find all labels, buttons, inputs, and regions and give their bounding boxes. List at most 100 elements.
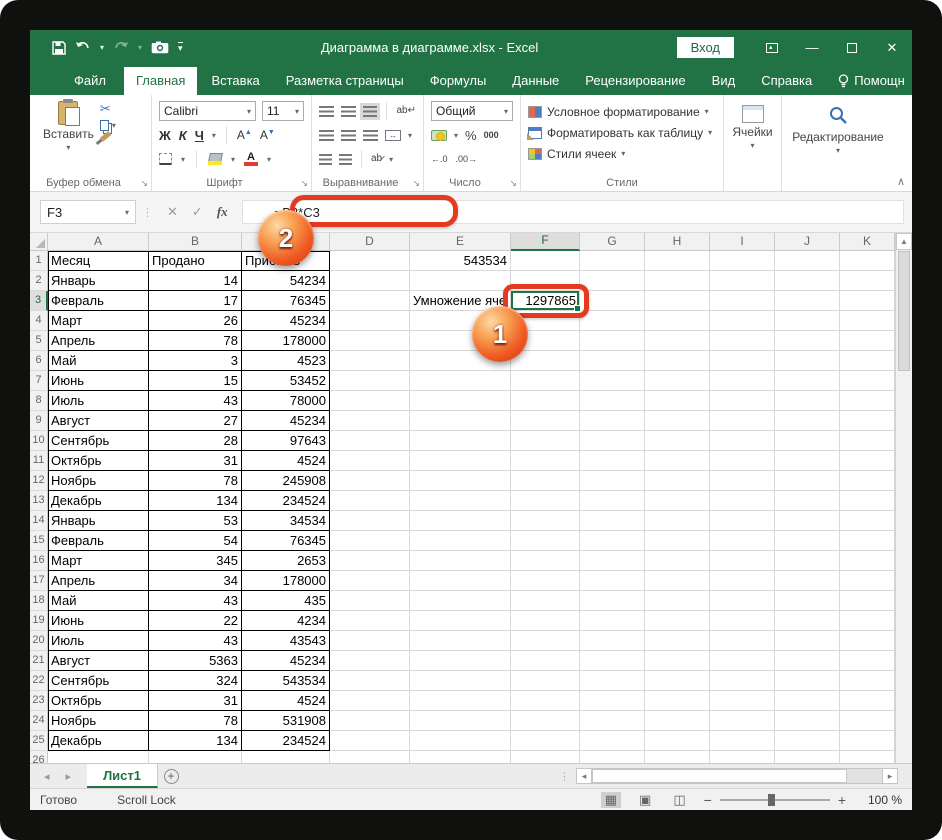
cell-I5[interactable] xyxy=(710,331,775,351)
cell-G22[interactable] xyxy=(580,671,645,691)
cell-J14[interactable] xyxy=(775,511,840,531)
cell-B21[interactable]: 5363 xyxy=(149,651,242,671)
cell-J5[interactable] xyxy=(775,331,840,351)
cell-H4[interactable] xyxy=(645,311,710,331)
tab-вид[interactable]: Вид xyxy=(700,67,748,95)
cell-D5[interactable] xyxy=(330,331,410,351)
alignment-dialog-launcher-icon[interactable]: ↘ xyxy=(412,178,420,189)
cell-E18[interactable] xyxy=(410,591,511,611)
row-header-21[interactable]: 21 xyxy=(30,651,48,671)
align-middle-icon[interactable] xyxy=(341,106,356,117)
cell-G20[interactable] xyxy=(580,631,645,651)
row-header-16[interactable]: 16 xyxy=(30,551,48,571)
cell-G15[interactable] xyxy=(580,531,645,551)
fill-color-icon[interactable] xyxy=(208,153,222,165)
cell-K4[interactable] xyxy=(840,311,895,331)
row-header-9[interactable]: 9 xyxy=(30,411,48,431)
editing-button[interactable]: Редактирование ▾ xyxy=(789,99,887,157)
align-top-icon[interactable] xyxy=(319,106,334,117)
name-box-dropdown-icon[interactable]: ▾ xyxy=(125,208,129,217)
cell-H6[interactable] xyxy=(645,351,710,371)
cell-A1[interactable]: Месяц xyxy=(48,251,149,271)
cell-J11[interactable] xyxy=(775,451,840,471)
undo-icon[interactable] xyxy=(75,41,91,54)
cell-C22[interactable]: 543534 xyxy=(242,671,330,691)
cell-E20[interactable] xyxy=(410,631,511,651)
cell-C2[interactable]: 54234 xyxy=(242,271,330,291)
cell-H18[interactable] xyxy=(645,591,710,611)
cell-C10[interactable]: 97643 xyxy=(242,431,330,451)
cell-E10[interactable] xyxy=(410,431,511,451)
cell-E19[interactable] xyxy=(410,611,511,631)
cell-G24[interactable] xyxy=(580,711,645,731)
cell-I18[interactable] xyxy=(710,591,775,611)
orientation-icon[interactable]: ab̷ xyxy=(371,154,382,164)
paste-button[interactable]: Вставить ▾ xyxy=(37,99,100,154)
wrap-text-icon[interactable]: ab↵ xyxy=(396,106,416,116)
cell-J9[interactable] xyxy=(775,411,840,431)
cell-A24[interactable]: Ноябрь xyxy=(48,711,149,731)
increase-decimal-icon[interactable]: ←.0 xyxy=(431,154,448,164)
cell-D18[interactable] xyxy=(330,591,410,611)
cell-K12[interactable] xyxy=(840,471,895,491)
cell-J22[interactable] xyxy=(775,671,840,691)
cell-A3[interactable]: Февраль xyxy=(48,291,149,311)
col-header-J[interactable]: J xyxy=(775,233,840,251)
row-header-19[interactable]: 19 xyxy=(30,611,48,631)
cell-E14[interactable] xyxy=(410,511,511,531)
cell-C25[interactable]: 234524 xyxy=(242,731,330,751)
cell-A10[interactable]: Сентябрь xyxy=(48,431,149,451)
cell-D15[interactable] xyxy=(330,531,410,551)
cell-G14[interactable] xyxy=(580,511,645,531)
page-layout-view-icon[interactable]: ▣ xyxy=(635,792,655,808)
underline-button[interactable]: Ч xyxy=(195,128,204,143)
cell-G13[interactable] xyxy=(580,491,645,511)
cell-H1[interactable] xyxy=(645,251,710,271)
cell-I22[interactable] xyxy=(710,671,775,691)
col-header-G[interactable]: G xyxy=(580,233,645,251)
cell-G16[interactable] xyxy=(580,551,645,571)
scroll-right-icon[interactable]: ▸ xyxy=(882,768,898,784)
cell-I16[interactable] xyxy=(710,551,775,571)
cell-D14[interactable] xyxy=(330,511,410,531)
cell-F25[interactable] xyxy=(511,731,580,751)
italic-button[interactable]: К xyxy=(179,128,187,143)
cell-F13[interactable] xyxy=(511,491,580,511)
cell-K16[interactable] xyxy=(840,551,895,571)
row-header-26[interactable]: 26 xyxy=(30,751,48,763)
cell-I21[interactable] xyxy=(710,651,775,671)
cell-K8[interactable] xyxy=(840,391,895,411)
cell-J17[interactable] xyxy=(775,571,840,591)
cell-J6[interactable] xyxy=(775,351,840,371)
vertical-scrollbar[interactable]: ▲ xyxy=(895,233,912,763)
cell-K2[interactable] xyxy=(840,271,895,291)
cell-C14[interactable]: 34534 xyxy=(242,511,330,531)
cell-K20[interactable] xyxy=(840,631,895,651)
cell-C20[interactable]: 43543 xyxy=(242,631,330,651)
prev-sheet-icon[interactable]: ◂ xyxy=(44,770,50,783)
cell-K5[interactable] xyxy=(840,331,895,351)
cell-E9[interactable] xyxy=(410,411,511,431)
cell-C7[interactable]: 53452 xyxy=(242,371,330,391)
cell-A6[interactable]: Май xyxy=(48,351,149,371)
cell-D20[interactable] xyxy=(330,631,410,651)
cell-B17[interactable]: 34 xyxy=(149,571,242,591)
cell-B11[interactable]: 31 xyxy=(149,451,242,471)
cell-E15[interactable] xyxy=(410,531,511,551)
cell-E21[interactable] xyxy=(410,651,511,671)
cell-J3[interactable] xyxy=(775,291,840,311)
cell-J26[interactable] xyxy=(775,751,840,763)
cell-J8[interactable] xyxy=(775,391,840,411)
ribbon-display-options-icon[interactable] xyxy=(752,30,792,65)
tab-рецензирование[interactable]: Рецензирование xyxy=(573,67,697,95)
cell-D19[interactable] xyxy=(330,611,410,631)
cell-I11[interactable] xyxy=(710,451,775,471)
cell-K10[interactable] xyxy=(840,431,895,451)
cell-A11[interactable]: Октябрь xyxy=(48,451,149,471)
cell-H10[interactable] xyxy=(645,431,710,451)
collapse-ribbon-icon[interactable]: ∧ xyxy=(897,175,905,188)
copy-button[interactable]: ▾ xyxy=(100,120,116,131)
cell-B6[interactable]: 3 xyxy=(149,351,242,371)
cell-I26[interactable] xyxy=(710,751,775,763)
row-header-17[interactable]: 17 xyxy=(30,571,48,591)
